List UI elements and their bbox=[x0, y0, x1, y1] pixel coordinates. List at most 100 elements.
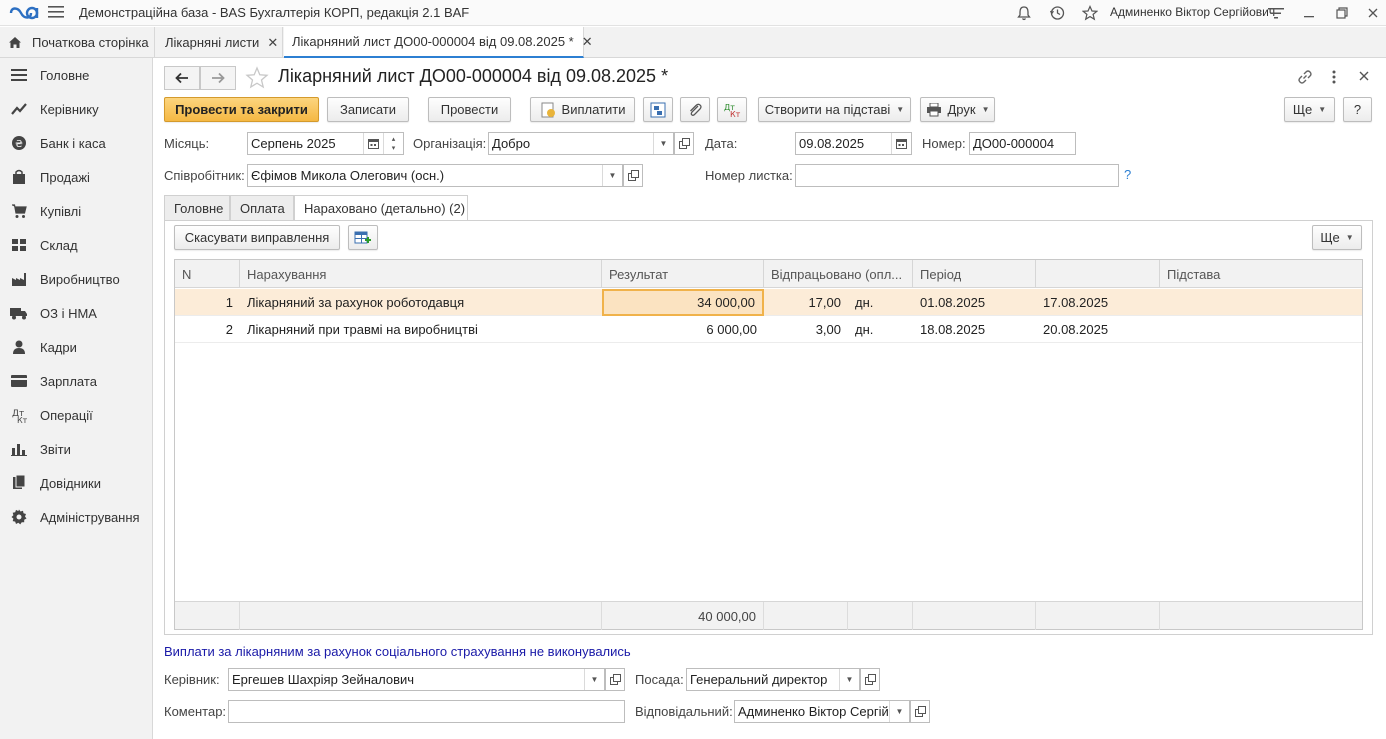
column-header-period-end[interactable] bbox=[1036, 260, 1160, 288]
close-tab-icon[interactable]: ✕ bbox=[582, 34, 593, 50]
table-more-button[interactable]: Ще ▼ bbox=[1312, 225, 1362, 250]
accrual-cell[interactable]: Лікарняний при травмі на виробництві bbox=[240, 316, 602, 343]
result-cell[interactable]: 6 000,00 bbox=[602, 316, 764, 343]
period-end-cell[interactable]: 17.08.2025 bbox=[1036, 289, 1160, 316]
sidebar-item-hr[interactable]: Кадри bbox=[0, 330, 153, 364]
table-row[interactable]: 1 Лікарняний за рахунок роботодавця 34 0… bbox=[175, 289, 1362, 316]
history-icon[interactable] bbox=[1047, 3, 1067, 23]
structure-button[interactable] bbox=[643, 97, 673, 122]
chevron-down-icon[interactable]: ▼ bbox=[584, 669, 604, 690]
accruals-table: N Нарахування Результат Відпрацьовано (о… bbox=[174, 259, 1363, 630]
basis-cell[interactable] bbox=[1160, 289, 1364, 316]
tab-home[interactable]: Початкова сторінка bbox=[0, 27, 155, 58]
favorites-star-icon[interactable] bbox=[1080, 3, 1100, 23]
period-end-cell[interactable]: 20.08.2025 bbox=[1036, 316, 1160, 343]
worked-cell[interactable]: 3,00 bbox=[764, 316, 848, 343]
sidebar-item-reports[interactable]: Звіти bbox=[0, 432, 153, 466]
column-header-worked[interactable]: Відпрацьовано (опл... bbox=[764, 260, 913, 288]
main-menu-icon[interactable] bbox=[48, 5, 64, 19]
minimize-icon[interactable] bbox=[1299, 3, 1319, 23]
result-cell[interactable]: 34 000,00 bbox=[602, 289, 764, 316]
help-button[interactable]: ? bbox=[1343, 97, 1372, 122]
settings-filter-icon[interactable] bbox=[1266, 3, 1286, 23]
calendar-icon[interactable] bbox=[363, 133, 383, 154]
sidebar-item-administration[interactable]: Адміністрування bbox=[0, 500, 153, 534]
organization-field[interactable]: Добро ▼ bbox=[488, 132, 674, 155]
tab-payment[interactable]: Оплата bbox=[230, 195, 294, 221]
sidebar-item-salary[interactable]: Зарплата bbox=[0, 364, 153, 398]
open-responsible-button[interactable] bbox=[910, 700, 930, 723]
sidebar-item-manager[interactable]: Керівнику bbox=[0, 92, 153, 126]
accrual-cell[interactable]: Лікарняний за рахунок роботодавця bbox=[240, 289, 602, 316]
restore-icon[interactable] bbox=[1332, 3, 1352, 23]
sidebar-item-directories[interactable]: Довідники bbox=[0, 466, 153, 500]
sidebar-item-warehouse[interactable]: Склад bbox=[0, 228, 153, 262]
post-button[interactable]: Провести bbox=[428, 97, 511, 122]
pay-button[interactable]: Виплатити bbox=[530, 97, 635, 122]
column-header-accrual[interactable]: Нарахування bbox=[240, 260, 602, 288]
comment-field[interactable] bbox=[228, 700, 625, 723]
worked-cell[interactable]: 17,00 bbox=[764, 289, 848, 316]
more-actions-icon[interactable] bbox=[1329, 68, 1339, 86]
tab-accrued-detailed[interactable]: Нараховано (детально) (2) bbox=[294, 195, 468, 221]
calendar-icon[interactable] bbox=[891, 133, 911, 154]
employee-value: Єфімов Микола Олегович (осн.) bbox=[251, 168, 445, 183]
sidebar-item-production[interactable]: Виробництво bbox=[0, 262, 153, 296]
sidebar-item-operations[interactable]: Дт Кт Операції bbox=[0, 398, 153, 432]
chevron-down-icon[interactable]: ▼ bbox=[653, 133, 673, 154]
close-form-icon[interactable] bbox=[1357, 69, 1371, 83]
month-stepper-icon[interactable]: ▴ ▾ bbox=[383, 133, 403, 154]
sidebar-item-purchases[interactable]: Купівлі bbox=[0, 194, 153, 228]
link-icon[interactable] bbox=[1296, 68, 1314, 86]
tab-main[interactable]: Головне bbox=[164, 195, 230, 221]
dt-kt-button[interactable]: Дт Кт bbox=[717, 97, 747, 122]
create-based-on-button[interactable]: Створити на підставі ▼ bbox=[758, 97, 911, 122]
period-start-cell[interactable]: 01.08.2025 bbox=[913, 289, 1036, 316]
chevron-down-icon[interactable]: ▼ bbox=[839, 669, 859, 690]
column-header-n[interactable]: N bbox=[175, 260, 240, 288]
current-user[interactable]: Админенко Віктор Сергійович bbox=[1110, 5, 1275, 19]
bell-icon[interactable] bbox=[1014, 3, 1034, 23]
cancel-correction-button[interactable]: Скасувати виправлення bbox=[174, 225, 340, 250]
sidebar-item-fixed-assets[interactable]: ОЗ і НМА bbox=[0, 296, 153, 330]
print-button[interactable]: Друк ▼ bbox=[920, 97, 995, 122]
back-button[interactable] bbox=[164, 66, 200, 90]
chevron-down-icon[interactable]: ▼ bbox=[602, 165, 622, 186]
post-and-close-button[interactable]: Провести та закрити bbox=[164, 97, 319, 122]
responsible-field[interactable]: Админенко Віктор Сергійович ▼ bbox=[734, 700, 910, 723]
sheet-number-help-link[interactable]: ? bbox=[1124, 167, 1131, 182]
open-organization-button[interactable] bbox=[674, 132, 694, 155]
position-field[interactable]: Генеральний директор ▼ bbox=[686, 668, 860, 691]
open-manager-button[interactable] bbox=[605, 668, 625, 691]
chevron-down-icon[interactable]: ▼ bbox=[889, 701, 909, 722]
open-employee-button[interactable] bbox=[623, 164, 643, 187]
employee-field[interactable]: Єфімов Микола Олегович (осн.) ▼ bbox=[247, 164, 623, 187]
save-button[interactable]: Записати bbox=[327, 97, 409, 122]
basis-cell[interactable] bbox=[1160, 316, 1364, 343]
month-field[interactable]: Серпень 2025 ▴ ▾ bbox=[247, 132, 404, 155]
sidebar-item-main[interactable]: Головне bbox=[0, 58, 153, 92]
forward-button[interactable] bbox=[200, 66, 236, 90]
number-field[interactable]: ДО00-000004 bbox=[969, 132, 1076, 155]
period-start-cell[interactable]: 18.08.2025 bbox=[913, 316, 1036, 343]
attach-button[interactable] bbox=[680, 97, 710, 122]
close-window-icon[interactable] bbox=[1363, 3, 1383, 23]
sheet-number-field[interactable] bbox=[795, 164, 1119, 187]
more-button[interactable]: Ще ▼ bbox=[1284, 97, 1335, 122]
favorite-star-icon[interactable] bbox=[245, 66, 269, 90]
close-tab-icon[interactable]: ✕ bbox=[267, 35, 278, 51]
sidebar-item-sales[interactable]: Продажі bbox=[0, 160, 153, 194]
sidebar-item-bank-cash[interactable]: ₴ Банк і каса bbox=[0, 126, 153, 160]
column-header-period[interactable]: Період bbox=[913, 260, 1036, 288]
table-row[interactable]: 2 Лікарняний при травмі на виробництві 6… bbox=[175, 316, 1362, 343]
tab-sick-leaves-list[interactable]: Лікарняні листи ✕ bbox=[157, 27, 283, 58]
tab-sick-leave-document[interactable]: Лікарняний лист ДО00-000004 від 09.08.20… bbox=[284, 27, 593, 58]
open-position-button[interactable] bbox=[860, 668, 880, 691]
manager-field[interactable]: Ергешев Шахріяр Зейналович ▼ bbox=[228, 668, 605, 691]
column-header-result[interactable]: Результат bbox=[602, 260, 764, 288]
social-insurance-info-link[interactable]: Виплати за лікарняним за рахунок соціаль… bbox=[164, 644, 631, 659]
add-row-button[interactable] bbox=[348, 225, 378, 250]
date-field[interactable]: 09.08.2025 bbox=[795, 132, 912, 155]
column-header-basis[interactable]: Підстава bbox=[1160, 260, 1364, 288]
app-logo-icon[interactable] bbox=[8, 3, 40, 23]
